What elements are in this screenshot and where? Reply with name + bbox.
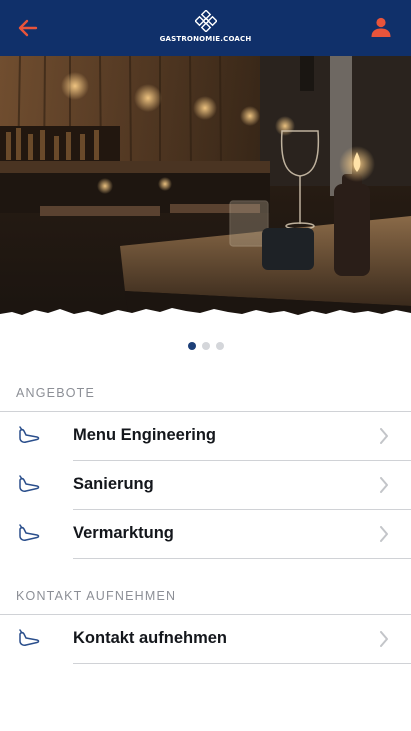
profile-button[interactable] [369, 15, 393, 39]
row-divider [73, 663, 411, 664]
user-icon [371, 17, 391, 37]
list-item-kontakt-aufnehmen[interactable]: Kontakt aufnehmen [0, 615, 411, 664]
app-logo: GASTRONOMIE.COACH [151, 10, 261, 43]
restaurant-interior-photo [0, 56, 411, 328]
list-item-label: Kontakt aufnehmen [73, 629, 228, 647]
hero-image [0, 56, 411, 328]
list-item-label: Vermarktung [73, 524, 174, 542]
carousel-indicator [0, 342, 411, 352]
chevron-right-icon [380, 631, 388, 647]
carousel-dot-1[interactable] [187, 342, 196, 350]
gastronomie-coach-logo-icon [194, 10, 217, 32]
chevron-right-icon [380, 428, 388, 444]
back-button[interactable] [16, 16, 40, 40]
pointer-hand-icon [19, 426, 40, 443]
pointer-hand-icon [19, 629, 40, 646]
section-title-offers: ANGEBOTE [16, 386, 96, 400]
list-item-label: Sanierung [73, 475, 154, 493]
logo-text: GASTRONOMIE.COACH [159, 35, 252, 43]
app-header: GASTRONOMIE.COACH [0, 0, 411, 56]
carousel-dot-2[interactable] [201, 342, 210, 350]
list-item-vermarktung[interactable]: Vermarktung [0, 510, 411, 559]
list-item-sanierung[interactable]: Sanierung [0, 461, 411, 510]
carousel-dot-3[interactable] [215, 342, 224, 350]
pointer-hand-icon [19, 475, 40, 492]
arrow-left-icon [18, 19, 38, 37]
row-divider [73, 558, 411, 559]
section-title-contact: KONTAKT AUFNEHMEN [16, 589, 177, 603]
pointer-hand-icon [19, 524, 40, 541]
chevron-right-icon [380, 477, 388, 493]
list-item-menu-engineering[interactable]: Menu Engineering [0, 412, 411, 461]
list-item-label: Menu Engineering [73, 426, 217, 444]
chevron-right-icon [380, 526, 388, 542]
